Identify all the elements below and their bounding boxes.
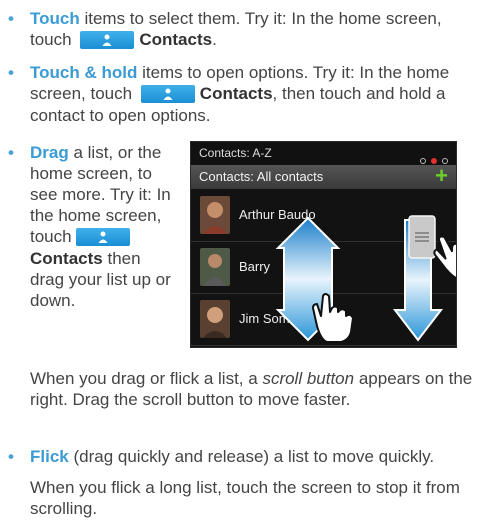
- scroll-button-term: scroll button: [262, 369, 355, 388]
- keyword-touch-hold: Touch & hold: [30, 63, 138, 82]
- contacts-label: Contacts: [199, 84, 273, 103]
- flick-note: When you flick a long list, touch the sc…: [30, 478, 460, 518]
- contacts-button-icon: [140, 84, 195, 103]
- contacts-label: Contacts: [30, 248, 103, 268]
- bullet-touch: • Touch items to select them. Try it: In…: [8, 9, 442, 49]
- bullet-marker: •: [8, 63, 14, 82]
- person-icon: [98, 231, 108, 243]
- contacts-label: Contacts: [139, 30, 213, 49]
- contacts-button-icon: [80, 30, 135, 49]
- bullet-marker: •: [8, 447, 14, 466]
- bullet-marker: •: [8, 9, 14, 28]
- drag-note: When you drag or flick a list, a scroll …: [30, 369, 473, 409]
- scroll-handle-icon: [408, 215, 436, 259]
- keyword-flick: Flick: [30, 447, 69, 466]
- phone-screenshot: Contacts: A-Z Contacts: All contacts + A…: [190, 141, 457, 348]
- contacts-button-icon: [76, 227, 131, 246]
- keyword-touch: Touch: [30, 9, 80, 28]
- bullet-flick: • Flick (drag quickly and release) a lis…: [8, 447, 435, 466]
- bullet-touch-hold: • Touch & hold items to open options. Tr…: [8, 63, 450, 125]
- person-icon: [163, 88, 173, 100]
- bullet-marker: •: [8, 143, 14, 162]
- keyword-drag: Drag: [30, 143, 69, 162]
- bullet-drag: • Drag a list, or the home screen, to se…: [8, 143, 171, 310]
- gesture-overlay: [275, 215, 456, 343]
- person-icon: [102, 34, 112, 46]
